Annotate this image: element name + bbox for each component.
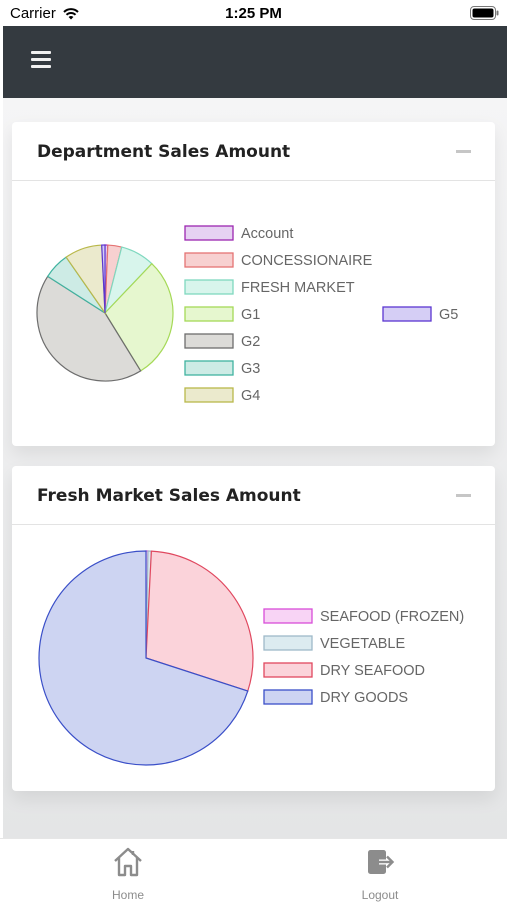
battery-icon [470,6,499,20]
legend-label: DRY SEAFOOD [320,663,425,679]
status-bar: Carrier 1:25 PM [0,0,507,26]
logout-icon [368,850,395,874]
legend-label: DRY GOODS [320,690,408,706]
legend-item[interactable]: FRESH MARKET [184,279,355,296]
legend-label: CONCESSIONAIRE [241,253,373,269]
legend-swatch [184,306,234,322]
legend-label: G5 [439,307,458,323]
legend-label: SEAFOOD (FROZEN) [320,609,464,625]
home-icon [114,847,142,877]
department-sales-card: Department Sales Amount Account CONCESSIO… [12,122,495,446]
department-sales-pie-chart: Account CONCESSIONAIRE FRESH MARKET G1 G2 G3 G… [36,225,458,404]
dashboard-content[interactable]: Department Sales Amount Account CONCESSIO… [3,98,507,838]
fresh-market-sales-card: Fresh Market Sales Amount SEAFOOD (FROZE… [12,466,495,791]
legend-item[interactable]: DRY SEAFOOD [263,662,425,679]
legend-swatch [184,279,234,295]
legend-item[interactable]: G4 [184,387,260,404]
legend-swatch [184,252,234,268]
legend-item[interactable]: CONCESSIONAIRE [184,252,373,269]
legend-item[interactable]: G2 [184,333,260,350]
legend-label: G2 [241,334,260,350]
status-time: 1:25 PM [225,5,282,22]
logout-tab[interactable]: Logout [340,845,420,902]
legend-item[interactable]: SEAFOOD (FROZEN) [263,608,464,625]
fresh-market-sales-pie-chart: SEAFOOD (FROZEN) VEGETABLE DRY SEAFOOD DRY … [38,550,464,766]
legend-swatch [184,360,234,376]
legend-label: VEGETABLE [320,636,405,652]
legend-item[interactable]: G1 [184,306,260,323]
app-frame: Department Sales Amount Account CONCESSIO… [3,26,507,838]
legend-swatch [263,608,313,624]
bottom-tab-bar: Home Logout [0,838,507,902]
legend-swatch [184,387,234,403]
legend-swatch [263,662,313,678]
legend-label: G1 [241,307,260,323]
hamburger-icon[interactable] [31,51,51,69]
home-tab[interactable]: Home [88,845,168,902]
legend-swatch [382,306,432,322]
legend-swatch [263,635,313,651]
top-navbar [3,26,507,98]
legend-item[interactable]: G5 [382,306,458,323]
legend-label: G4 [241,388,260,404]
legend-swatch [184,333,234,349]
legend-label: G3 [241,361,260,377]
legend-label: Account [241,226,293,242]
legend-swatch [184,225,234,241]
legend-item[interactable]: DRY GOODS [263,689,408,706]
legend-item[interactable]: Account [184,225,293,242]
legend-item[interactable]: VEGETABLE [263,635,405,652]
legend-label: FRESH MARKET [241,280,355,296]
legend-item[interactable]: G3 [184,360,260,377]
legend-swatch [263,689,313,705]
